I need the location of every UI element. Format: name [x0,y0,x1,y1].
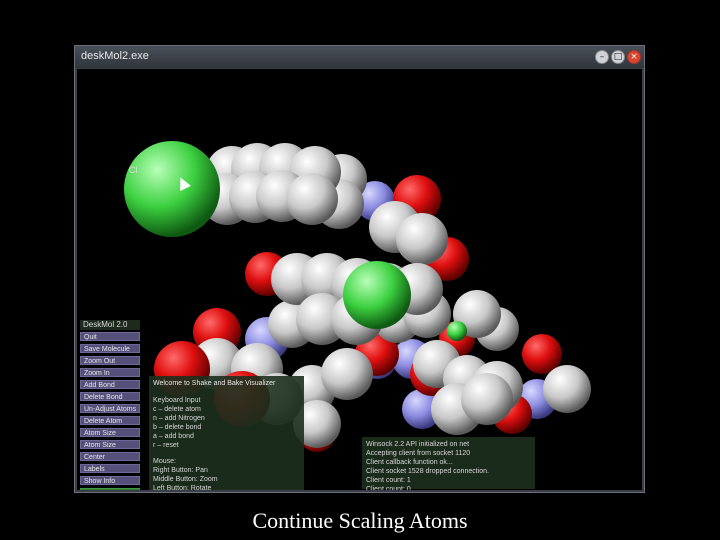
key-binding-line: n – add Nitrogen [153,415,205,422]
menu-item-zoom-in[interactable]: Zoom In [80,368,140,377]
mouse-binding-line: Left Button: Rotate [153,485,212,490]
keys-list: c – delete atom n – add Nitrogen b – delet… [153,405,300,450]
carbon-atom[interactable] [321,348,373,400]
carbon-atom[interactable] [396,213,448,265]
menu-item-zoom-out[interactable]: Zoom Out [80,356,140,365]
log-lines: Winsock 2.2 API initialized on net Accept… [366,440,531,490]
menu-title: DeskMol 2.0 [80,320,140,330]
minimize-button[interactable]: – [595,50,609,64]
log-line: Client count: 1 [366,477,411,484]
menu-item-show-info[interactable]: Show Info [80,476,140,485]
carbon-atom[interactable] [461,373,513,425]
menu-item-labels[interactable]: Labels [80,464,140,473]
carbon-atom[interactable] [543,365,591,413]
side-menu: DeskMol 2.0 Quit Save Molecule Zoom Out Zoo… [80,320,140,490]
close-button[interactable]: × [627,50,641,64]
log-panel: Winsock 2.2 API initialized on net Accept… [362,437,535,490]
molecule-viewport[interactable]: Cl DeskMol 2.0 Quit Save Molecule Zoom Out… [77,69,642,490]
menu-item-add-bond[interactable]: Add Bond [80,380,140,389]
log-line: Winsock 2.2 API initialized on net [366,441,470,448]
mouse-title: Mouse: [153,458,176,465]
menu-item-net-log[interactable]: Net Log [80,488,140,490]
maximize-button[interactable]: □ [611,50,625,64]
atom-label: Cl [129,165,138,175]
mouse-binding-line: Middle Button: Zoom [153,476,218,483]
mouse-list: Right Button: Pan Middle Button: Zoom Left… [153,466,300,490]
mouse-binding-line: Right Button: Pan [153,467,208,474]
carbon-atom[interactable] [286,173,338,225]
window-title: deskMol2.exe [81,50,149,62]
slide-caption: Continue Scaling Atoms [252,508,468,533]
menu-item-un-adjust-atoms[interactable]: Un-Adjust Atoms [80,404,140,413]
chlorine-atom[interactable] [343,261,411,329]
keys-title: Keyboard Input [153,397,201,404]
help-panel: Welcome to Shake and Bake Visualizer Key… [149,376,304,490]
menu-item-delete-atom[interactable]: Delete Atom [80,416,140,425]
log-line: Client count: 0 [366,486,411,490]
key-binding-line: a – add bond [153,433,194,440]
log-line: Accepting client from socket 1120 [366,450,471,457]
chlorine-atom[interactable] [124,141,220,237]
key-binding-line: r – reset [153,442,179,449]
menu-item-atom-size[interactable]: Atom Size [80,428,140,437]
menu-item-quit[interactable]: Quit [80,332,140,341]
log-line: Client callback function ok... [366,459,453,466]
menu-item-delete-bond[interactable]: Delete Bond [80,392,140,401]
app-window: deskMol2.exe – □ × Cl DeskMol 2.0 Quit Sa… [74,45,645,493]
menu-item-save-molecule[interactable]: Save Molecule [80,344,140,353]
help-heading: Welcome to Shake and Bake Visualizer [153,380,276,387]
key-binding-line: c – delete atom [153,406,201,413]
log-line: Client socket 1528 dropped connection. [366,468,489,475]
key-binding-line: b – delete bond [153,424,202,431]
menu-item-center[interactable]: Center [80,452,140,461]
chlorine-atom[interactable] [447,321,467,341]
menu-items: Quit Save Molecule Zoom Out Zoom In Add Bond… [80,332,140,490]
menu-item-atom-size[interactable]: Atom Size [80,440,140,449]
title-bar[interactable]: deskMol2.exe – □ × [75,46,644,68]
